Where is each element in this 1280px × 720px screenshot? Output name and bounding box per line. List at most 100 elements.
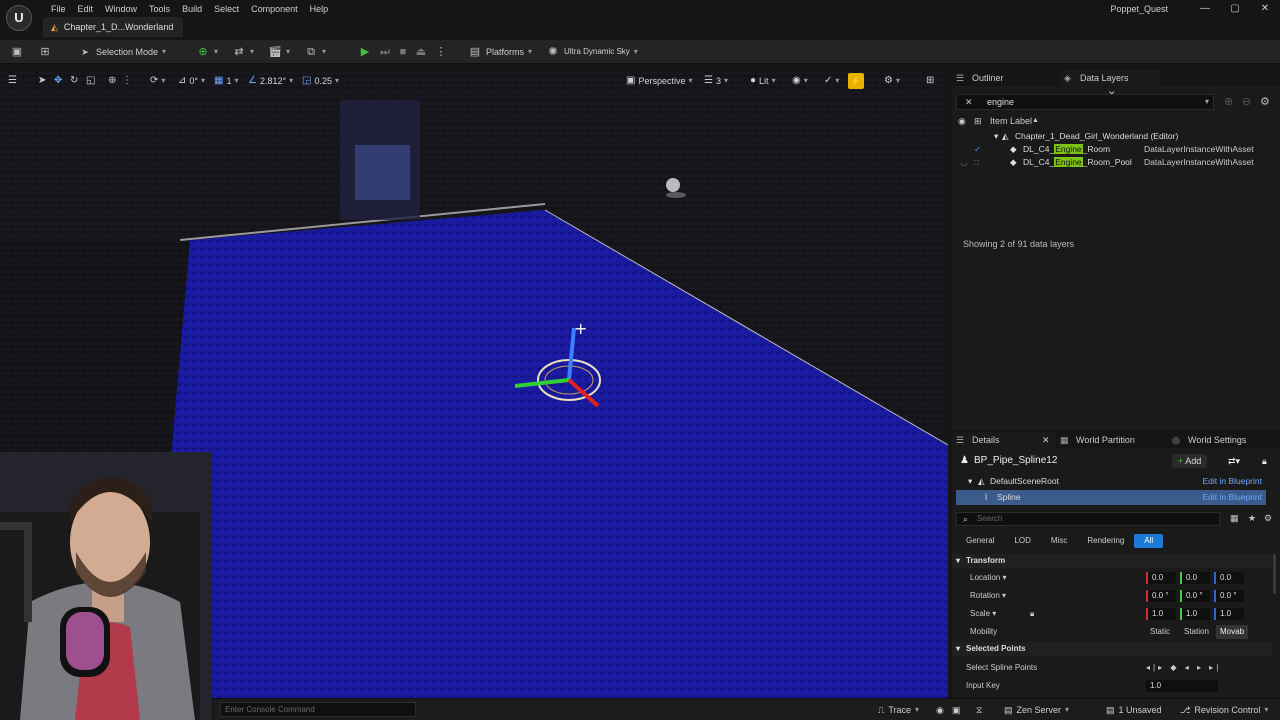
camera-speed-button[interactable]: ☰ 3 ▾ <box>704 74 728 88</box>
edit-in-blueprint-link[interactable]: Edit in Blueprint <box>1202 490 1262 505</box>
details-scrollbar[interactable] <box>1273 554 1276 594</box>
trace-dropdown[interactable]: ⎍ Trace ▾ <box>878 702 919 718</box>
console-command-input[interactable]: Enter Console Command <box>220 702 416 717</box>
viewport-layout-button[interactable]: ⊞ <box>926 74 934 88</box>
rotation-snap-button[interactable]: ⊿ 0° ▾ <box>178 74 205 88</box>
item-label-header[interactable]: Item Label <box>990 114 1032 128</box>
location-x-field[interactable]: 0.0 <box>1146 572 1176 584</box>
perspective-dropdown[interactable]: ▣ Perspective ▾ <box>626 74 693 88</box>
record-button[interactable]: ◉ <box>936 702 944 718</box>
menu-help[interactable]: Help <box>304 2 335 16</box>
select-tool-button[interactable]: ➤ <box>38 74 46 88</box>
grid-snap-button[interactable]: ▦ 1 ▾ <box>214 74 238 88</box>
translate-tool-button[interactable]: ✥ <box>54 74 62 88</box>
visibility-icon[interactable]: ◉ <box>958 114 966 128</box>
platforms-dropdown[interactable]: ▤ Platforms ▾ <box>468 40 532 64</box>
lit-dropdown[interactable]: ● Lit ▾ <box>750 74 776 88</box>
scale-dropdown[interactable]: Scale ▾ <box>970 606 996 622</box>
scale-tool-button[interactable]: ◱ <box>86 74 95 88</box>
play-button[interactable]: ▶ <box>358 40 372 64</box>
derived-data-button[interactable]: ⧖ <box>976 702 982 718</box>
spline-point-selection-buttons[interactable]: ◂|▸ ◆ ◂ ▸ ▸| <box>1146 660 1221 676</box>
edit-in-blueprint-link[interactable]: Edit in Blueprint <box>1202 474 1262 489</box>
mobility-station[interactable]: Station <box>1180 625 1213 639</box>
level-document-tab[interactable]: ◭ Chapter_1_D...Wonderland <box>43 17 184 37</box>
close-window-button[interactable]: ✕ <box>1250 0 1280 18</box>
location-dropdown[interactable]: Location ▾ <box>970 570 1007 586</box>
maximize-button[interactable]: ▢ <box>1220 0 1250 18</box>
rotate-tool-button[interactable]: ↻ <box>70 74 78 88</box>
revision-control-dropdown[interactable]: ⎇ Revision Control ▾ <box>1180 702 1268 718</box>
world-local-toggle[interactable]: ⊕ <box>108 74 116 88</box>
cinematics-button[interactable]: 🎬︎ ▾ <box>268 40 290 64</box>
blueprint-options-icon[interactable]: ⇄▾ <box>1228 452 1240 470</box>
unchecked-icon[interactable]: □ <box>974 156 979 169</box>
menu-select[interactable]: Select <box>208 2 245 16</box>
tree-row-data-layer[interactable]: ✓ ◆ DL_C4_Engine_Room DataLayerInstanceW… <box>952 143 1280 156</box>
filter-general[interactable]: General <box>956 534 1004 548</box>
location-z-field[interactable]: 0.0 <box>1214 572 1244 584</box>
rotation-z-field[interactable]: 0.0 ° <box>1214 590 1244 602</box>
scale-snap-button[interactable]: ◲ 0.25 ▾ <box>302 74 339 88</box>
filter-lod[interactable]: LOD <box>1004 534 1040 548</box>
unreal-logo-icon[interactable]: U <box>6 5 32 31</box>
scale-y-field[interactable]: 1.0 <box>1180 608 1210 620</box>
show-flags-button[interactable]: ◉ ▾ <box>792 74 808 88</box>
performance-button[interactable]: ✓ ▾ <box>824 74 839 88</box>
unchecked-icon[interactable]: ◡ <box>960 156 967 169</box>
star-icon[interactable]: ★ <box>1248 513 1256 524</box>
viewport-options-button[interactable]: ☰ <box>8 74 17 88</box>
eject-button[interactable]: ⏏ <box>414 40 428 64</box>
rotation-y-field[interactable]: 0.0 ° <box>1180 590 1210 602</box>
tab-world-settings[interactable]: ◎ World Settings <box>1168 432 1280 448</box>
tab-world-partition[interactable]: ▦ World Partition <box>1056 432 1172 448</box>
menu-window[interactable]: Window <box>99 2 143 16</box>
play-step-button[interactable]: ⏭ <box>378 40 392 64</box>
snap-settings-button[interactable]: ⟳ ▾ <box>150 74 165 88</box>
lock-icon[interactable]: 🔒︎ <box>1030 606 1034 622</box>
add-data-layer-icon[interactable]: ⊕ <box>1224 95 1233 108</box>
save-button[interactable]: ▣ <box>10 40 24 64</box>
scale-x-field[interactable]: 1.0 <box>1146 608 1176 620</box>
build-options-button[interactable]: ⧉ ▾ <box>304 40 326 64</box>
component-row[interactable]: ▾ ◭ DefaultSceneRoot Edit in Blueprint <box>956 474 1266 489</box>
clear-search-icon[interactable]: ✕ <box>965 95 973 109</box>
chevron-down-icon[interactable]: ▾ <box>1205 95 1209 109</box>
menu-build[interactable]: Build <box>176 2 208 16</box>
tree-row-data-layer[interactable]: ◡ □ ◆ DL_C4_Engine_Room_Pool DataLayerIn… <box>952 156 1280 169</box>
expand-icon[interactable]: ▾ <box>994 130 998 143</box>
input-key-field[interactable]: 1.0 <box>1146 680 1218 692</box>
filter-misc[interactable]: Misc <box>1041 534 1077 548</box>
gear-icon[interactable]: ⚙ <box>1260 95 1270 108</box>
load-icon[interactable]: ⊞ <box>974 114 982 128</box>
details-search-input[interactable]: ⌕ Search <box>956 512 1220 526</box>
transform-section-header[interactable]: ▾ Transform <box>952 554 1272 568</box>
filter-rendering[interactable]: Rendering <box>1077 534 1134 548</box>
table-view-icon[interactable]: ▦ <box>1230 513 1239 524</box>
angle-snap-button[interactable]: ∠ 2.812° ▾ <box>248 74 293 88</box>
checked-icon[interactable]: ✓ <box>974 143 981 156</box>
menu-tools[interactable]: Tools <box>143 2 176 16</box>
close-icon[interactable]: ✕ <box>1042 435 1050 445</box>
menu-edit[interactable]: Edit <box>72 2 100 16</box>
zen-server-dropdown[interactable]: ▤ Zen Server ▾ <box>1004 702 1069 718</box>
blueprint-button[interactable]: ⇄ ▾ <box>232 40 254 64</box>
rotation-dropdown[interactable]: Rotation ▾ <box>970 588 1006 604</box>
mobility-movable[interactable]: Movab <box>1216 625 1249 639</box>
gear-icon[interactable]: ⚙ <box>1264 513 1272 524</box>
data-layers-search-input[interactable]: ✕ engine ▾ <box>956 94 1214 110</box>
selected-points-section-header[interactable]: ▾ Selected Points <box>952 642 1272 656</box>
tab-data-layers[interactable]: ◈ Data Layers ✕ <box>1060 70 1160 99</box>
mobility-static[interactable]: Static <box>1146 625 1174 639</box>
viewport-settings-button[interactable]: ⚙ ▾ <box>884 74 900 88</box>
realtime-toggle[interactable]: ⚡ <box>848 73 864 89</box>
component-row-selected[interactable]: ⌇ Spline Edit in Blueprint <box>956 490 1266 505</box>
selection-mode-dropdown[interactable]: ➤ Selection Mode ▾ <box>78 40 166 64</box>
tree-row-root[interactable]: ▾ ◭ Chapter_1_Dead_Girl_Wonderland (Edit… <box>952 130 1280 143</box>
location-y-field[interactable]: 0.0 <box>1180 572 1210 584</box>
surface-snap-button[interactable]: ⋮ <box>122 74 132 88</box>
tab-details[interactable]: ☰ Details ✕ <box>952 432 1056 448</box>
lock-icon[interactable]: 🔒︎ <box>1262 452 1267 470</box>
add-component-button[interactable]: + Add <box>1172 454 1208 468</box>
tab-outliner[interactable]: ☰ Outliner <box>952 70 1060 86</box>
